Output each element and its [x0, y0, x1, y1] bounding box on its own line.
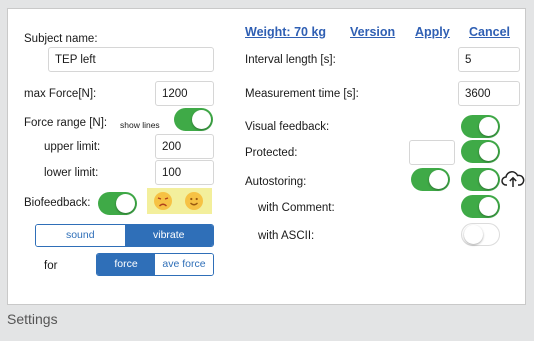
cancel-link[interactable]: Cancel: [469, 25, 510, 39]
sad-face-icon[interactable]: [150, 188, 176, 214]
autostoring-label: Autostoring:: [245, 176, 307, 188]
mode-option-sound[interactable]: sound: [36, 225, 125, 246]
settings-panel: Subject name: TEP left max Force[N]: 120…: [7, 8, 526, 305]
biofeedback-toggle[interactable]: [98, 192, 137, 215]
protected-label: Protected:: [245, 147, 298, 159]
with-comment-toggle[interactable]: [461, 195, 500, 218]
apply-link[interactable]: Apply: [415, 25, 450, 39]
subject-name-field[interactable]: TEP left: [48, 47, 214, 72]
mode-option-vibrate[interactable]: vibrate: [124, 225, 213, 246]
with-comment-label: with Comment:: [258, 202, 335, 214]
protected-toggle[interactable]: [461, 140, 500, 163]
upper-limit-label: upper limit:: [44, 141, 101, 153]
weight-link[interactable]: Weight: 70 kg: [245, 25, 326, 39]
measurement-time-label: Measurement time [s]:: [245, 88, 359, 100]
with-ascii-toggle[interactable]: [461, 223, 500, 246]
autostoring-toggle-cloud[interactable]: [461, 168, 500, 191]
happy-face-icon[interactable]: [181, 188, 207, 214]
max-force-field[interactable]: 1200: [155, 81, 214, 106]
max-force-label: max Force[N]:: [24, 88, 97, 100]
lower-limit-field[interactable]: 100: [155, 160, 214, 185]
cloud-upload-icon[interactable]: [501, 169, 525, 189]
show-lines-label: show lines: [120, 120, 160, 130]
subject-name-label: Subject name:: [24, 33, 98, 45]
interval-length-field[interactable]: 5: [458, 47, 520, 72]
measurement-time-field[interactable]: 3600: [458, 81, 520, 106]
protected-code-field[interactable]: [409, 140, 455, 165]
interval-length-label: Interval length [s]:: [245, 54, 336, 66]
figure-caption: Settings: [7, 311, 58, 327]
visual-feedback-label: Visual feedback:: [245, 121, 330, 133]
version-link[interactable]: Version: [350, 25, 395, 39]
for-option-ave-force[interactable]: ave force: [155, 254, 213, 275]
autostoring-toggle-local[interactable]: [411, 168, 450, 191]
biofeedback-label: Biofeedback:: [24, 197, 91, 209]
for-option-force[interactable]: force: [97, 254, 155, 275]
visual-feedback-toggle[interactable]: [461, 115, 500, 138]
with-ascii-label: with ASCII:: [258, 230, 315, 242]
upper-limit-field[interactable]: 200: [155, 134, 214, 159]
lower-limit-label: lower limit:: [44, 167, 99, 179]
feedback-mode-segment: sound vibrate: [35, 224, 214, 247]
feedback-target-segment: force ave force: [96, 253, 214, 276]
force-range-label: Force range [N]:: [24, 117, 108, 129]
show-lines-toggle[interactable]: [174, 108, 213, 131]
feedback-smileys: [147, 188, 212, 214]
for-label: for: [44, 260, 58, 272]
